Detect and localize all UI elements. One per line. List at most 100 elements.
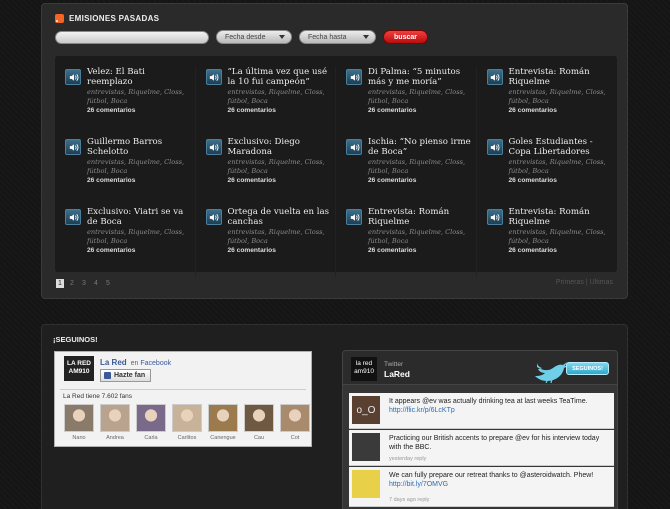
emision-comments[interactable]: 26 comentarios bbox=[368, 247, 472, 254]
ultimas-link[interactable]: Ultimas bbox=[590, 279, 613, 286]
tweet-link[interactable]: http://flic.kr/p/6LcKTp bbox=[389, 407, 455, 414]
fan-avatar[interactable] bbox=[244, 404, 274, 432]
emision-tags[interactable]: entrevistas, Riquelme, Closs, fútbol, Bo… bbox=[368, 228, 472, 246]
tweet-avatar[interactable] bbox=[352, 433, 380, 461]
emision-title[interactable]: Guillermo Barros Schelotto bbox=[87, 137, 191, 158]
emision-title[interactable]: Ortega de vuelta en las canchas bbox=[228, 207, 332, 228]
emision-comments[interactable]: 26 comentarios bbox=[228, 107, 332, 114]
fan-item[interactable]: Nano bbox=[64, 404, 94, 441]
emision-comments[interactable]: 26 comentarios bbox=[368, 177, 472, 184]
fan-name[interactable]: Andrea bbox=[100, 435, 130, 441]
fan-item[interactable]: Cau bbox=[244, 404, 274, 441]
emision-tags[interactable]: entrevistas, Riquelme, Closs, fútbol, Bo… bbox=[368, 88, 472, 106]
emision-title[interactable]: Di Palma: “5 minutos más y me moría” bbox=[368, 67, 472, 88]
emision-title[interactable]: Ischia: “No pienso irme de Boca” bbox=[368, 137, 472, 158]
emision-tags[interactable]: entrevistas, Riquelme, Closs, fútbol, Bo… bbox=[87, 88, 191, 106]
page-link[interactable]: 2 bbox=[68, 279, 76, 288]
speaker-icon[interactable] bbox=[65, 209, 81, 225]
emision-title[interactable]: Entrevista: Román Riquelme bbox=[509, 67, 614, 88]
fan-item[interactable]: Andrea bbox=[100, 404, 130, 441]
la-red-logo[interactable]: LA RED AM910 bbox=[64, 356, 94, 381]
emision-item[interactable]: Di Palma: “5 minutos más y me moría” entr… bbox=[336, 67, 477, 137]
fan-avatar[interactable] bbox=[136, 404, 166, 432]
emision-item[interactable]: Entrevista: Román Riquelme entrevistas, R… bbox=[336, 207, 477, 277]
emision-comments[interactable]: 26 comentarios bbox=[87, 177, 191, 184]
emision-tags[interactable]: entrevistas, Riquelme, Closs, fútbol, Bo… bbox=[509, 158, 614, 176]
tweet-meta[interactable]: 7 days ago reply bbox=[389, 497, 429, 503]
buscar-button[interactable]: buscar bbox=[383, 30, 428, 44]
fan-name[interactable]: Cau bbox=[244, 435, 274, 441]
emision-title[interactable]: Entrevista: Román Riquelme bbox=[368, 207, 472, 228]
search-input[interactable] bbox=[55, 31, 209, 44]
page-link[interactable]: 3 bbox=[80, 279, 88, 288]
twitter-account-name[interactable]: LaRed bbox=[384, 369, 410, 379]
emision-tags[interactable]: entrevistas, Riquelme, Closs, fútbol, Bo… bbox=[87, 228, 191, 246]
emision-item[interactable]: “La última vez que usé la 10 fui campeón… bbox=[196, 67, 336, 137]
emision-item[interactable]: Ischia: “No pienso irme de Boca” entrevis… bbox=[336, 137, 477, 207]
tweet-avatar[interactable] bbox=[352, 470, 380, 498]
fan-name[interactable]: Canengue bbox=[208, 435, 238, 441]
emision-item[interactable]: Velez: El Bati reemplazo entrevistas, Riq… bbox=[55, 67, 196, 137]
fan-name[interactable]: Cot bbox=[280, 435, 310, 441]
fan-item[interactable]: Canengue bbox=[208, 404, 238, 441]
emision-title[interactable]: “La última vez que usé la 10 fui campeón… bbox=[228, 67, 332, 88]
primeras-link[interactable]: Primeras bbox=[556, 279, 584, 286]
tweet-avatar[interactable]: o_O bbox=[352, 396, 380, 424]
emision-item[interactable]: Exclusivo: Diego Maradona entrevistas, Ri… bbox=[196, 137, 336, 207]
emision-comments[interactable]: 26 comentarios bbox=[87, 247, 191, 254]
emision-title[interactable]: Entrevista: Román Riquelme bbox=[509, 207, 614, 228]
emision-comments[interactable]: 26 comentarios bbox=[228, 177, 332, 184]
fan-item[interactable]: Carla bbox=[136, 404, 166, 441]
speaker-icon[interactable] bbox=[65, 139, 81, 155]
fan-avatar[interactable] bbox=[64, 404, 94, 432]
emision-tags[interactable]: entrevistas, Riquelme, Closs, fútbol, Bo… bbox=[228, 88, 332, 106]
emision-tags[interactable]: entrevistas, Riquelme, Closs, fútbol, Bo… bbox=[228, 158, 332, 176]
emision-comments[interactable]: 26 comentarios bbox=[228, 247, 332, 254]
speaker-icon[interactable] bbox=[205, 139, 222, 155]
emision-tags[interactable]: entrevistas, Riquelme, Closs, fútbol, Bo… bbox=[228, 228, 332, 246]
tweet-meta[interactable]: yesterday reply bbox=[389, 456, 426, 462]
emision-item[interactable]: Exclusivo: Viatri se va de Boca entrevist… bbox=[55, 207, 196, 277]
speaker-icon[interactable] bbox=[205, 69, 222, 85]
page-link[interactable]: 1 bbox=[56, 279, 64, 288]
twitter-avatar-logo[interactable]: la red am910 bbox=[351, 357, 377, 381]
emision-title[interactable]: Exclusivo: Viatri se va de Boca bbox=[87, 207, 191, 228]
fan-item[interactable]: Cot bbox=[280, 404, 310, 441]
speaker-icon[interactable] bbox=[486, 139, 503, 155]
emision-comments[interactable]: 26 comentarios bbox=[87, 107, 191, 114]
emision-tags[interactable]: entrevistas, Riquelme, Closs, fútbol, Bo… bbox=[368, 158, 472, 176]
speaker-icon[interactable] bbox=[346, 139, 362, 155]
emision-item[interactable]: Entrevista: Román Riquelme entrevistas, R… bbox=[477, 67, 618, 137]
emision-tags[interactable]: entrevistas, Riquelme, Closs, fútbol, Bo… bbox=[509, 88, 614, 106]
emision-item[interactable]: Entrevista: Román Riquelme entrevistas, R… bbox=[477, 207, 618, 277]
emision-item[interactable]: Guillermo Barros Schelotto entrevistas, R… bbox=[55, 137, 196, 207]
emision-item[interactable]: Ortega de vuelta en las canchas entrevist… bbox=[196, 207, 336, 277]
fan-avatar[interactable] bbox=[280, 404, 310, 432]
twitter-follow-button[interactable]: SEGUINOS! bbox=[566, 362, 609, 375]
fan-name[interactable]: Carlitos bbox=[172, 435, 202, 441]
fan-avatar[interactable] bbox=[208, 404, 238, 432]
emision-item[interactable]: Goles Estudiantes - Copa Libertadores ent… bbox=[477, 137, 618, 207]
fan-name[interactable]: Nano bbox=[64, 435, 94, 441]
tweet-link[interactable]: http://bit.ly/7OMVG bbox=[389, 481, 448, 488]
emision-tags[interactable]: entrevistas, Riquelme, Closs, fútbol, Bo… bbox=[509, 228, 614, 246]
fan-item[interactable]: Carlitos bbox=[172, 404, 202, 441]
fan-avatar[interactable] bbox=[172, 404, 202, 432]
emision-comments[interactable]: 26 comentarios bbox=[368, 107, 472, 114]
hazte-fan-button[interactable]: Hazte fan bbox=[100, 369, 152, 382]
fecha-hasta-dropdown[interactable]: Fecha hasta bbox=[299, 30, 376, 44]
emision-title[interactable]: Goles Estudiantes - Copa Libertadores bbox=[509, 137, 614, 158]
speaker-icon[interactable] bbox=[205, 209, 222, 225]
fecha-desde-dropdown[interactable]: Fecha desde bbox=[216, 30, 292, 44]
rss-icon[interactable] bbox=[55, 14, 64, 23]
emision-comments[interactable]: 26 comentarios bbox=[509, 247, 614, 254]
speaker-icon[interactable] bbox=[346, 69, 362, 85]
speaker-icon[interactable] bbox=[486, 69, 503, 85]
page-link[interactable]: 5 bbox=[104, 279, 112, 288]
fan-name[interactable]: Carla bbox=[136, 435, 166, 441]
emision-tags[interactable]: entrevistas, Riquelme, Closs, fútbol, Bo… bbox=[87, 158, 191, 176]
emision-title[interactable]: Exclusivo: Diego Maradona bbox=[228, 137, 332, 158]
speaker-icon[interactable] bbox=[65, 69, 81, 85]
fan-avatar[interactable] bbox=[100, 404, 130, 432]
speaker-icon[interactable] bbox=[486, 209, 503, 225]
